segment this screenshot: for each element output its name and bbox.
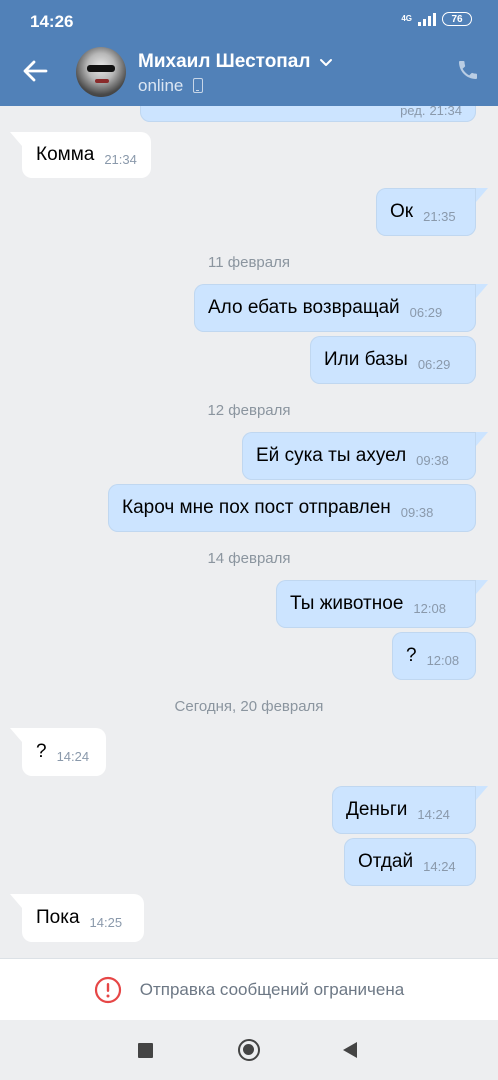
message-bubble-out[interactable]: Кароч мне пох пост отправлен 09:38 xyxy=(108,484,476,532)
message-time: 09:38 xyxy=(400,504,434,520)
battery-icon: 76 xyxy=(442,12,472,26)
message-bubble-out[interactable]: Ок 21:35 xyxy=(376,188,476,236)
message-time: 06:29 xyxy=(417,356,451,372)
message-bubble-out[interactable]: Или базы 06:29 xyxy=(310,336,476,384)
back-arrow-icon[interactable] xyxy=(20,56,50,86)
home-circle-icon[interactable] xyxy=(238,1039,260,1061)
message-time: 12:08 xyxy=(426,652,460,668)
message-bubble-out[interactable]: Деньги 14:24 xyxy=(332,786,476,834)
message-time: 21:35 xyxy=(423,208,456,224)
message-bubble-out[interactable]: Ало ебать возвращай 06:29 xyxy=(194,284,476,332)
message-time: 14:24 xyxy=(423,858,456,874)
message-text: ? xyxy=(406,645,417,666)
restricted-message: Отправка сообщений ограничена xyxy=(139,979,405,999)
message-time: 06:29 xyxy=(409,304,443,320)
message-bubble-in[interactable]: Пока 14:25 xyxy=(22,894,144,942)
signal-icon xyxy=(418,12,436,26)
back-triangle-icon[interactable] xyxy=(343,1042,357,1058)
message-text: Кароч мне пох пост отправлен xyxy=(122,497,391,518)
message-time: 14:25 xyxy=(89,914,123,930)
message-bubble-in[interactable]: Комма 21:34 xyxy=(22,132,151,178)
date-separator: 14 февраля xyxy=(207,550,291,567)
message-bubble-out[interactable]: Отдай 14:24 xyxy=(344,838,476,886)
warning-circle-icon xyxy=(94,976,122,1004)
date-separator: 11 февраля xyxy=(208,254,290,271)
avatar[interactable] xyxy=(76,47,126,97)
mobile-icon xyxy=(193,78,203,93)
message-time: 14:24 xyxy=(417,806,450,822)
recents-square-icon[interactable] xyxy=(138,1043,153,1058)
date-separator: 12 февраля xyxy=(207,402,291,419)
bubble-tail xyxy=(476,284,488,298)
phone-icon[interactable] xyxy=(456,58,480,82)
message-bubble-out[interactable]: Ты животное 12:08 xyxy=(276,580,476,628)
message-time: 09:38 xyxy=(416,452,449,468)
message-time: 12:08 xyxy=(413,600,446,616)
battery-level: 76 xyxy=(451,13,463,25)
chevron-down-icon[interactable] xyxy=(318,56,334,70)
bubble-tail xyxy=(476,432,488,446)
contact-name[interactable]: Михаил Шестопал xyxy=(138,51,310,73)
message-time: 14:24 xyxy=(56,748,90,764)
chat-header: 14:26 4G 76 Михаил Шестопал online xyxy=(0,0,498,106)
network-type-label: 4G xyxy=(401,14,412,23)
message-text: Или базы xyxy=(324,349,408,370)
message-text: Ты животное xyxy=(290,593,404,614)
message-text: Ок xyxy=(390,201,414,222)
bubble-tail xyxy=(10,728,22,742)
bubble-tail xyxy=(476,188,488,202)
bubble-tail xyxy=(476,786,488,800)
message-bubble-in[interactable]: ? 14:24 xyxy=(22,728,106,776)
status-time: 14:26 xyxy=(30,12,74,31)
message-bubble-out[interactable]: ? 12:08 xyxy=(392,632,476,680)
message-text: Деньги xyxy=(346,799,408,820)
bubble-tail xyxy=(476,580,488,594)
contact-status: online xyxy=(138,76,184,95)
message-text: Отдай xyxy=(358,851,414,872)
date-separator: Сегодня, 20 февраля xyxy=(174,698,324,715)
message-text: Ало ебать возвращай xyxy=(208,297,400,318)
bubble-tail xyxy=(10,894,22,908)
message-text: Ей сука ты ахуел xyxy=(256,445,407,466)
message-text: ? xyxy=(36,741,47,762)
status-bar: 14:26 4G 76 xyxy=(0,0,498,40)
message-text: Пока xyxy=(36,907,80,928)
system-nav-bar xyxy=(0,1020,498,1080)
status-indicators: 4G 76 xyxy=(401,12,472,26)
message-text: Комма xyxy=(36,144,95,165)
bubble-tail xyxy=(10,132,22,146)
message-time: 21:34 xyxy=(104,151,137,167)
message-bubble-out[interactable]: Ей сука ты ахуел 09:38 xyxy=(242,432,476,480)
messaging-restricted-bar: Отправка сообщений ограничена xyxy=(0,958,498,1020)
